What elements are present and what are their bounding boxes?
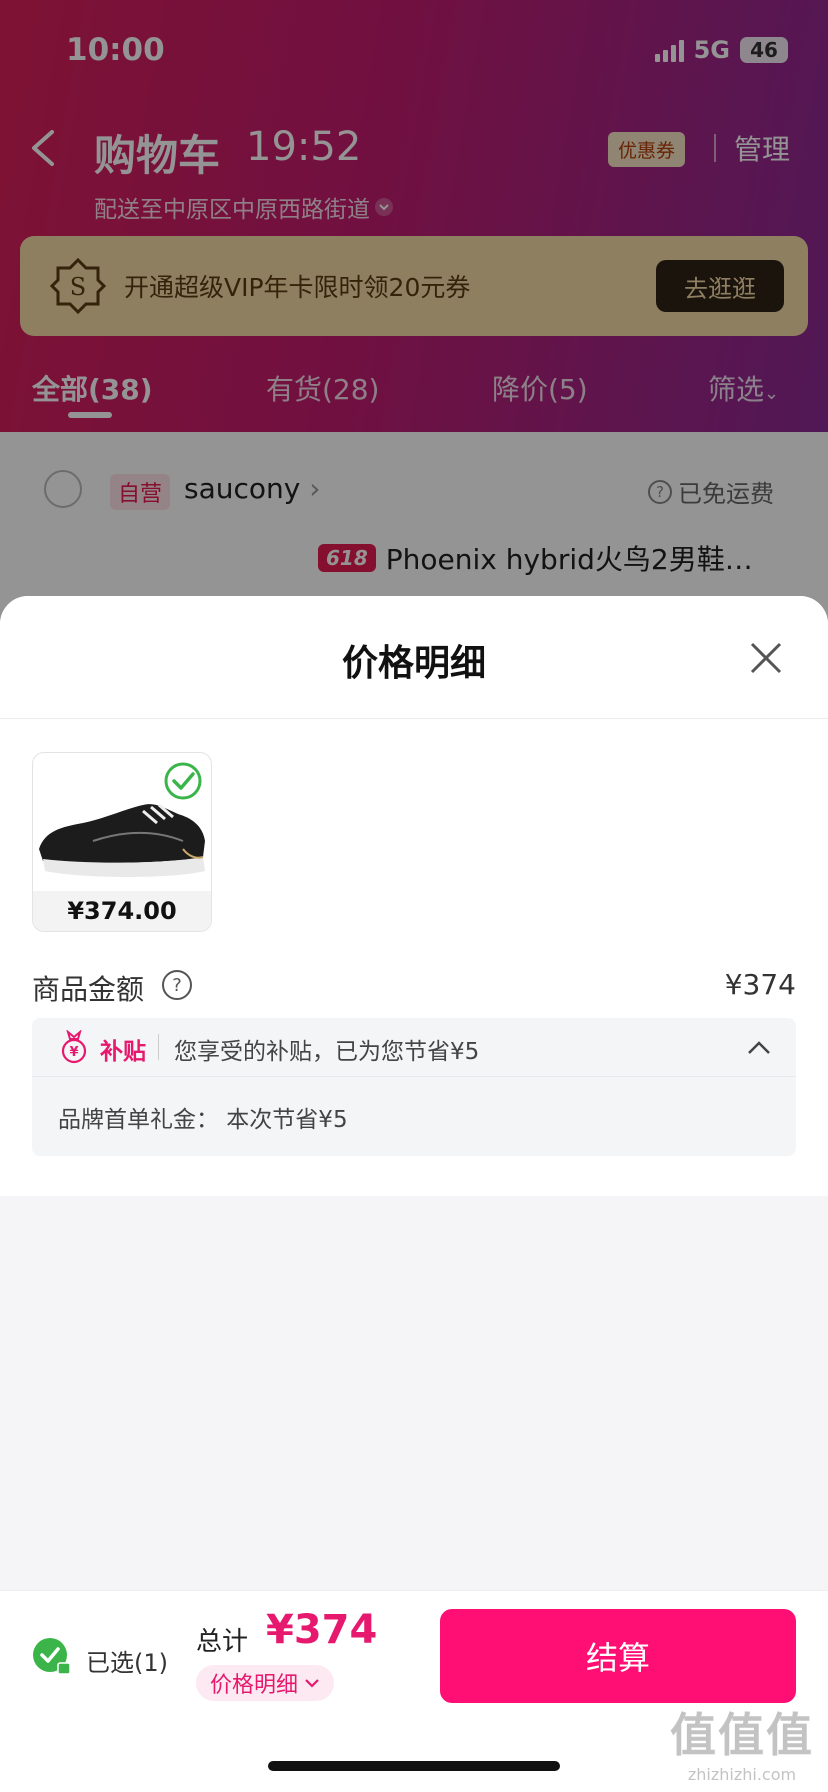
checkout-bar: 已选(1) 总计 ¥374 价格明细 结算 值值值 zhizhizhi.com — [0, 1590, 828, 1792]
question-icon[interactable]: ? — [162, 970, 192, 1000]
sheet-divider — [0, 718, 828, 719]
total-label: 总计 — [196, 1627, 249, 1657]
check-icon[interactable] — [32, 1637, 72, 1677]
total-value: ¥374 — [266, 1607, 378, 1653]
check-icon — [164, 762, 202, 800]
checkout-button[interactable]: 结算 — [440, 1609, 796, 1703]
goods-amount-label: 商品金额 — [32, 973, 145, 1006]
home-indicator[interactable] — [268, 1761, 560, 1771]
chevron-up-icon[interactable] — [746, 1036, 772, 1060]
subsidy-header[interactable]: ¥ 补贴 您享受的补贴，已为您节省¥5 — [32, 1018, 796, 1076]
yuan-bag-icon: ¥ — [61, 1030, 87, 1064]
watermark-url: zhizhizhi.com — [687, 1765, 797, 1784]
subsidy-summary: 您享受的补贴，已为您节省¥5 — [174, 1039, 480, 1065]
selected-count: 已选(1) — [86, 1649, 168, 1677]
item-price: ¥374.00 — [33, 891, 211, 931]
close-icon[interactable] — [746, 638, 786, 678]
watermark-logo: 值值值 — [670, 1708, 814, 1762]
subsidy-detail: 品牌首单礼金： 本次节省¥5 — [58, 1107, 348, 1133]
watermark: 值值值 zhizhizhi.com — [670, 1699, 814, 1784]
subsidy-separator — [158, 1034, 159, 1060]
goods-amount-row: 商品金额 ? ¥374 — [32, 964, 796, 1008]
goods-amount-value: ¥374 — [724, 968, 796, 1001]
price-detail-label: 价格明细 — [210, 1673, 299, 1698]
subsidy-tag: 补贴 — [100, 1039, 146, 1065]
subsidy-panel: ¥ 补贴 您享受的补贴，已为您节省¥5 品牌首单礼金： 本次节省¥5 — [32, 1018, 796, 1156]
svg-text:¥: ¥ — [69, 1045, 78, 1060]
chevron-down-icon — [305, 1679, 319, 1688]
price-detail-toggle[interactable]: 价格明细 — [196, 1665, 335, 1701]
subsidy-divider — [32, 1076, 796, 1077]
product-thumbnail[interactable]: ¥374.00 — [32, 752, 212, 932]
sheet-title: 价格明细 — [341, 643, 486, 684]
